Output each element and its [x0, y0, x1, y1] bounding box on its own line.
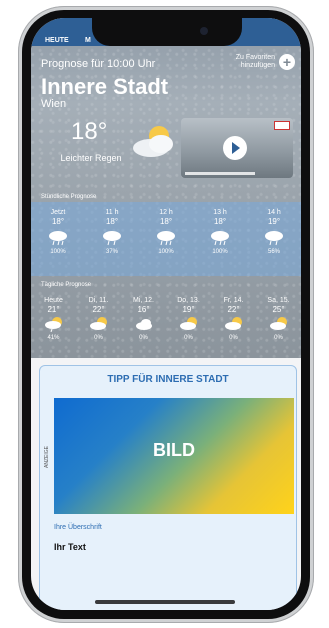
- phone-notch: [92, 18, 242, 46]
- daily-day: Do, 13.: [177, 297, 200, 304]
- daily-temp: 25°: [272, 305, 285, 314]
- daily-item[interactable]: Do, 13. 19° 0%: [168, 290, 210, 356]
- daily-day: Di, 11.: [88, 297, 109, 304]
- sun-rain-icon: [44, 317, 62, 332]
- tip-card: TIPP FÜR INNERE STADT ANZEIGE BILD Ihre …: [39, 365, 297, 610]
- daily-temp: 21°: [47, 305, 60, 314]
- front-camera: [200, 27, 208, 35]
- daily-precip: 0%: [94, 335, 103, 341]
- hourly-time: 13 h: [213, 209, 227, 216]
- daily-precip: 0%: [274, 335, 283, 341]
- rain-cloud-icon: [49, 231, 67, 246]
- daily-temp: 22°: [227, 305, 240, 314]
- hourly-precip: 100%: [212, 249, 228, 255]
- hourly-time: 14 h: [267, 209, 281, 216]
- ad-subtitle: Ihre Überschrift: [54, 524, 102, 531]
- rain-cloud-icon: [157, 231, 175, 246]
- add-favorite[interactable]: Zu Favoriten hinzufügen +: [223, 54, 295, 70]
- hourly-item[interactable]: 13 h 18° 100%: [195, 202, 245, 276]
- ad-text: Ihr Text: [54, 542, 86, 552]
- daily-title: Tägliche Prognose: [41, 282, 92, 288]
- daily-item[interactable]: Fr, 14. 22° 0%: [213, 290, 255, 356]
- plus-icon[interactable]: +: [279, 54, 295, 70]
- rain-cloud-icon: [103, 231, 121, 246]
- daily-precip: 0%: [139, 335, 148, 341]
- forecast-label: Prognose für 10:00 Uhr: [41, 58, 156, 70]
- tab-heute[interactable]: HEUTE: [45, 37, 69, 44]
- tab-second[interactable]: M: [85, 37, 91, 44]
- hourly-precip: 56%: [267, 249, 280, 255]
- hourly-item[interactable]: 11 h 18° 37%: [87, 202, 137, 276]
- region-name: Wien: [41, 98, 67, 110]
- current-condition: Leichter Regen: [60, 153, 122, 163]
- ad-image-text: BILD: [153, 440, 195, 460]
- daily-precip: 41%: [47, 335, 60, 341]
- daily-day: Mi, 12.: [132, 297, 154, 304]
- hourly-precip: 37%: [105, 249, 118, 255]
- play-icon[interactable]: [223, 136, 247, 160]
- sun-cloud-icon: [269, 317, 287, 330]
- hourly-precip: 100%: [50, 249, 66, 255]
- daily-temp: 16°: [137, 305, 150, 314]
- hourly-item[interactable]: Jetzt 18° 100%: [33, 202, 83, 276]
- daily-forecast[interactable]: Heute 21° 41% Di, 11. 22° 0% Mi, 12. 16°…: [31, 290, 301, 356]
- hourly-temp: 18°: [105, 217, 119, 226]
- cloud-icon: [135, 319, 152, 330]
- daily-item[interactable]: Sa, 15. 25° 0%: [258, 290, 300, 356]
- daily-item[interactable]: Di, 11. 22° 0%: [78, 290, 120, 356]
- ad-label: ANZEIGE: [44, 446, 50, 468]
- ad-banner[interactable]: ANZEIGE BILD: [44, 398, 294, 514]
- sun-cloud-icon: [224, 317, 242, 330]
- hourly-temp: 19°: [267, 217, 281, 226]
- home-indicator[interactable]: [95, 600, 235, 604]
- hourly-temp: 18°: [51, 217, 65, 226]
- hourly-forecast[interactable]: Jetzt 18° 100% 11 h 18° 37% 12 h 18° 100…: [31, 202, 301, 276]
- daily-day: Heute: [44, 297, 63, 304]
- hourly-title: Stündliche Prognose: [41, 194, 97, 200]
- current-temperature: 18°: [71, 118, 108, 145]
- hourly-time: Jetzt: [50, 209, 66, 216]
- sun-cloud-icon: [89, 317, 107, 330]
- weather-panel: HEUTE M Prognose für 10:00 Uhr Innere St…: [31, 18, 301, 358]
- hourly-item[interactable]: 12 h 18° 100%: [141, 202, 191, 276]
- hourly-precip: 100%: [158, 249, 174, 255]
- hourly-temp: 18°: [159, 217, 173, 226]
- tip-title: TIPP FÜR INNERE STADT: [107, 374, 229, 385]
- rain-cloud-icon: [211, 231, 229, 246]
- daily-temp: 19°: [182, 305, 195, 314]
- city-name: Innere Stadt: [41, 74, 169, 99]
- daily-precip: 0%: [229, 335, 238, 341]
- app-screen: HEUTE M Prognose für 10:00 Uhr Innere St…: [31, 18, 301, 610]
- daily-precip: 0%: [184, 335, 193, 341]
- video-caption-bar: [185, 172, 255, 175]
- weather-video[interactable]: [181, 118, 293, 178]
- daily-temp: 22°: [92, 305, 105, 314]
- channel-logo-icon: [274, 121, 290, 130]
- daily-day: Sa, 15.: [267, 297, 290, 304]
- daily-day: Fr, 14.: [223, 297, 244, 304]
- hourly-time: 12 h: [159, 209, 173, 216]
- sun-cloud-icon: [179, 317, 197, 330]
- hourly-item[interactable]: 14 h 19° 56%: [249, 202, 299, 276]
- daily-item[interactable]: Heute 21° 41%: [33, 290, 75, 356]
- sun-cloud-icon: [133, 126, 173, 157]
- daily-item[interactable]: Mi, 12. 16° 0%: [123, 290, 165, 356]
- rain-cloud-icon: [265, 231, 283, 246]
- favorite-label: Zu Favoriten hinzufügen: [235, 54, 275, 69]
- hourly-time: 11 h: [105, 209, 119, 216]
- hourly-temp: 18°: [213, 217, 227, 226]
